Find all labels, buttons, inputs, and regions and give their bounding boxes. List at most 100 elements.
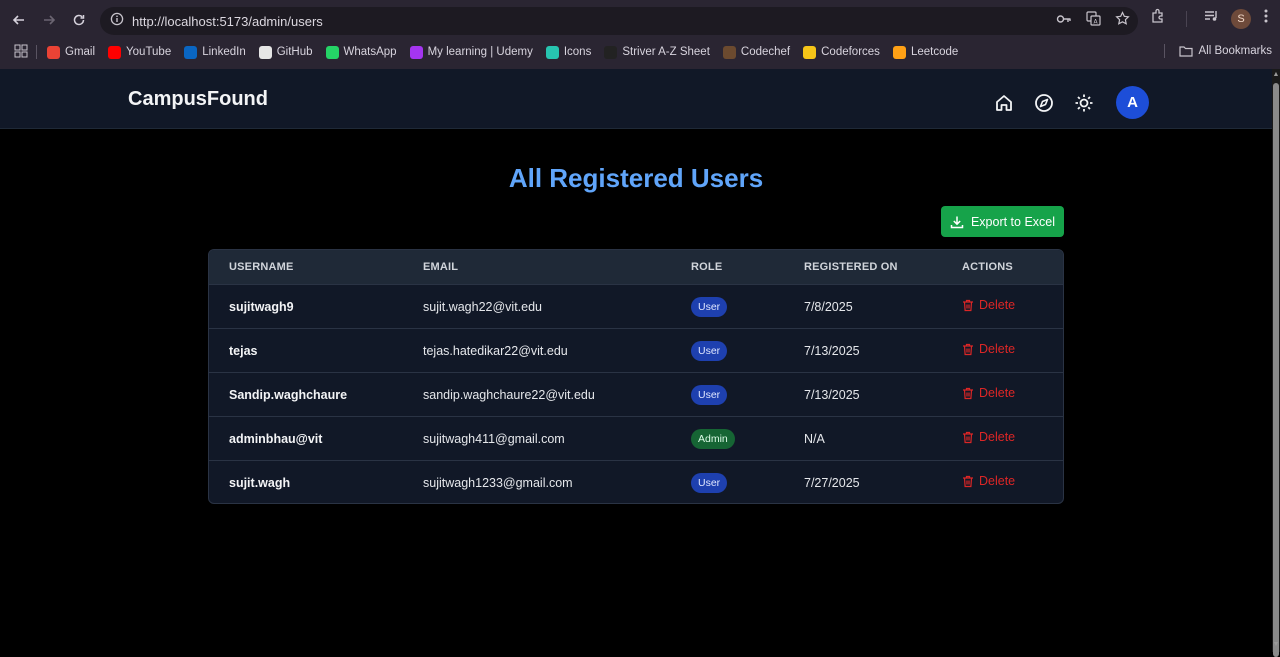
username-cell: Sandip.waghchaure: [229, 387, 348, 402]
username-cell: tejas: [229, 343, 258, 358]
email-cell: tejas.hatedikar22@vit.edu: [423, 343, 568, 358]
url-text[interactable]: http://localhost:5173/admin/users: [132, 14, 323, 29]
username-cell: sujitwagh9: [229, 299, 294, 314]
bookmark-favicon-icon: [258, 45, 272, 59]
address-bar[interactable]: http://localhost:5173/admin/users A: [100, 7, 1138, 35]
compass-icon[interactable]: [1033, 92, 1055, 114]
bookmark-label: WhatsApp: [343, 46, 397, 58]
bookmark-item[interactable]: Codeforces: [803, 45, 880, 59]
bookmark-item[interactable]: Gmail: [47, 45, 96, 59]
delete-label: Delete: [979, 386, 1016, 401]
app-header: CampusFound A: [0, 69, 1272, 129]
translate-icon[interactable]: A: [1086, 11, 1101, 31]
password-key-icon[interactable]: [1056, 12, 1072, 31]
bookmark-favicon-icon: [803, 45, 817, 59]
bookmark-favicon-icon: [47, 45, 60, 59]
users-table: USERNAME EMAIL ROLE REGISTERED ON ACTION…: [208, 249, 1064, 504]
email-cell: sujitwagh411@gmail.com: [423, 431, 565, 446]
user-avatar[interactable]: A: [1116, 86, 1149, 119]
site-info-icon[interactable]: [110, 12, 124, 31]
trash-icon: [963, 299, 973, 311]
sun-icon[interactable]: [1073, 92, 1095, 114]
role-cell: User: [691, 384, 804, 405]
bookmark-favicon-icon: [409, 45, 423, 59]
browser-actions: S: [1150, 8, 1269, 29]
column-header-registered-on[interactable]: REGISTERED ON: [804, 261, 962, 273]
delete-label: Delete: [979, 342, 1016, 357]
bookmark-label: Codechef: [740, 46, 791, 58]
brand-logo[interactable]: CampusFound: [128, 88, 268, 111]
bookmark-item[interactable]: My learning | Udemy: [409, 45, 533, 59]
divider: [1163, 44, 1165, 58]
actions-cell: Delete: [962, 474, 1062, 491]
bookmark-item[interactable]: WhatsApp: [325, 45, 397, 59]
role-cell: Admin: [691, 428, 804, 449]
table-row: sujitwagh9 sujit.wagh22@vit.edu User 7/8/20…: [209, 284, 1063, 328]
role-cell: User: [691, 340, 804, 361]
browser-toolbar: http://localhost:5173/admin/users A S: [0, 0, 1280, 40]
bookmark-favicon-icon: [722, 45, 736, 59]
reload-icon[interactable]: [67, 8, 91, 32]
delete-user-button[interactable]: Delete: [962, 430, 1015, 444]
table-row: Sandip.waghchaure sandip.waghchaure22@vit…: [209, 372, 1063, 416]
bookmark-label: LinkedIn: [202, 46, 246, 58]
role-badge: User: [691, 472, 728, 493]
scroll-thumb[interactable]: [1273, 83, 1279, 657]
username-cell: sujit.wagh: [229, 475, 291, 490]
registered-on-cell: 7/13/2025: [804, 343, 860, 358]
registered-on-cell: 7/13/2025: [804, 387, 860, 402]
media-controls-icon[interactable]: [1203, 8, 1219, 29]
bookmark-item[interactable]: YouTube: [108, 45, 172, 59]
delete-label: Delete: [979, 430, 1016, 445]
trash-icon: [963, 431, 973, 443]
role-cell: User: [691, 472, 804, 493]
delete-user-button[interactable]: Delete: [962, 342, 1015, 356]
bookmark-item[interactable]: LinkedIn: [184, 45, 246, 59]
bookmark-item[interactable]: Leetcode: [892, 45, 958, 59]
column-header-actions: ACTIONS: [962, 261, 1013, 273]
home-icon[interactable]: [993, 92, 1015, 114]
role-badge: Admin: [691, 428, 735, 449]
bookmark-item[interactable]: Striver A-Z Sheet: [604, 45, 710, 59]
divider: [36, 45, 37, 59]
bookmark-label: GitHub: [276, 46, 313, 58]
browser-menu-icon[interactable]: [1263, 8, 1269, 29]
table-header: USERNAME EMAIL ROLE REGISTERED ON ACTION…: [209, 250, 1063, 284]
registered-on-cell: 7/8/2025: [804, 299, 853, 314]
delete-user-button[interactable]: Delete: [962, 298, 1015, 312]
bookmark-label: Gmail: [65, 46, 96, 58]
delete-user-button[interactable]: Delete: [962, 474, 1015, 488]
scroll-down-icon[interactable]: ▼: [1272, 641, 1280, 651]
role-badge: User: [691, 340, 728, 361]
back-icon[interactable]: [7, 8, 31, 32]
export-to-excel-button[interactable]: Export to Excel: [941, 206, 1064, 237]
actions-cell: Delete: [962, 342, 1062, 359]
bookmark-item[interactable]: GitHub: [258, 45, 313, 59]
all-bookmarks-button[interactable]: All Bookmarks: [1163, 44, 1273, 58]
all-bookmarks-label: All Bookmarks: [1198, 45, 1273, 57]
apps-grid-icon[interactable]: [14, 44, 28, 61]
email-cell: sujit.wagh22@vit.edu: [423, 299, 543, 314]
bookmark-star-icon[interactable]: [1115, 11, 1130, 31]
page-scrollbar[interactable]: ▲ ▼: [1272, 69, 1280, 657]
forward-icon[interactable]: [37, 8, 61, 32]
column-header-username[interactable]: USERNAME: [209, 261, 423, 273]
table-body: sujitwagh9 sujit.wagh22@vit.edu User 7/8/20…: [209, 284, 1063, 503]
trash-icon: [963, 387, 973, 399]
bookmark-item[interactable]: Icons: [545, 45, 591, 59]
bookmark-label: YouTube: [126, 46, 172, 58]
export-label: Export to Excel: [970, 214, 1056, 229]
delete-user-button[interactable]: Delete: [962, 386, 1015, 400]
profile-avatar[interactable]: S: [1231, 8, 1251, 29]
column-header-email[interactable]: EMAIL: [423, 261, 691, 273]
email-cell: sandip.waghchaure22@vit.edu: [423, 387, 595, 402]
bookmark-favicon-icon: [604, 45, 618, 59]
bookmark-favicon-icon: [545, 45, 559, 59]
column-header-role[interactable]: ROLE: [691, 261, 804, 273]
extensions-icon[interactable]: [1150, 8, 1166, 29]
role-badge: User: [691, 384, 728, 405]
bookmark-item[interactable]: Codechef: [722, 45, 791, 59]
page-title: All Registered Users: [508, 163, 764, 193]
scroll-up-icon[interactable]: ▲: [1272, 71, 1280, 81]
download-icon: [950, 216, 964, 228]
